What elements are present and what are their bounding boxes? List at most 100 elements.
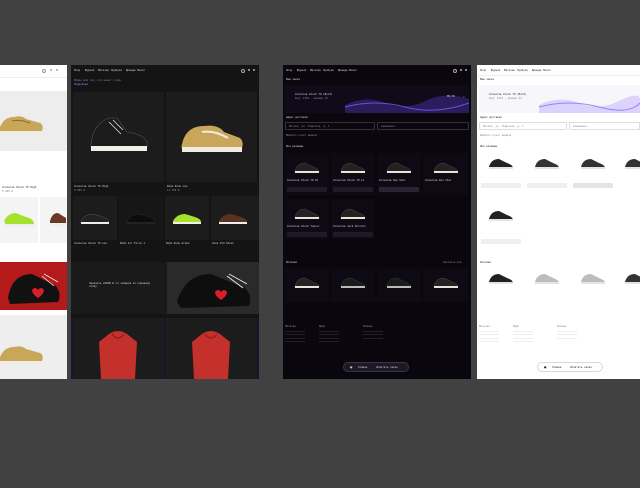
product-card[interactable] xyxy=(571,153,615,195)
product-card[interactable] xyxy=(166,318,257,379)
product-card[interactable] xyxy=(525,268,569,302)
headline-link[interactable]: Подробнее xyxy=(74,83,88,86)
pickup-link[interactable]: Выбрать пункт выдачи xyxy=(286,134,317,137)
product-card[interactable]: Converse Chuck 70 Lo xyxy=(331,153,375,195)
product-card[interactable]: Converse Jack Purcell xyxy=(331,199,375,239)
size-button[interactable] xyxy=(573,183,613,188)
product-card[interactable]: Converse Chuck Taylor xyxy=(285,199,329,239)
chevron-down-icon[interactable]: ▾ xyxy=(463,95,465,99)
cart-icon[interactable] xyxy=(253,69,255,71)
nav-item-lookbooks[interactable]: Лукбуки xyxy=(111,69,122,72)
nav-item-journal[interactable]: Журнал xyxy=(491,69,500,72)
street-select[interactable]: Самовывоз xyxy=(377,122,469,130)
footer-links[interactable] xyxy=(513,331,533,345)
size-button[interactable] xyxy=(481,183,521,188)
promo-banner[interactable] xyxy=(0,262,67,310)
hoodie-section xyxy=(71,318,259,379)
product-card[interactable] xyxy=(0,197,38,243)
order-sub: Код: 1234 · размер 42 xyxy=(489,97,522,100)
cart-icon[interactable] xyxy=(465,69,467,71)
product-card[interactable]: Converse Chuck 70 Hi xyxy=(285,153,329,195)
search-icon[interactable] xyxy=(42,69,46,73)
cart-icon[interactable] xyxy=(56,69,58,71)
sneaker-image xyxy=(535,274,559,284)
product-card[interactable]: Converse Run Star xyxy=(423,153,469,195)
nav-item-store[interactable]: Магазин xyxy=(504,69,515,72)
size-button[interactable] xyxy=(481,239,521,244)
nav-item-shop[interactable]: Shop xyxy=(286,69,292,72)
size-button[interactable] xyxy=(287,232,327,237)
product-card[interactable] xyxy=(479,205,523,253)
pickup-link[interactable]: Выбрать пункт выдачи xyxy=(480,134,511,137)
similar-link[interactable]: Смотреть все xyxy=(443,261,462,264)
product-card[interactable] xyxy=(617,268,640,302)
pay-button[interactable]: Оплатить заказ xyxy=(570,366,592,369)
promo-banner[interactable]: Заказать ≥5000 ₽ со скидкой по кодовому … xyxy=(71,262,259,314)
nav-item-store[interactable]: Магазин xyxy=(98,69,109,72)
product-card[interactable] xyxy=(479,268,523,302)
footer-links[interactable] xyxy=(319,331,339,345)
sneaker-image xyxy=(126,213,156,224)
nav-item-lookbooks[interactable]: Лукбуки xyxy=(323,69,334,72)
product-card[interactable] xyxy=(0,315,67,379)
city-select[interactable]: Москва, ул. Тверская, д. 1 xyxy=(285,122,375,130)
search-icon[interactable] xyxy=(241,69,245,73)
footer-links[interactable] xyxy=(479,331,499,345)
city-select[interactable]: Москва, ул. Тверская, д. 1 xyxy=(479,122,567,130)
nav-item-shop[interactable]: Shop xyxy=(74,69,80,72)
nav-item-journal[interactable]: Журнал xyxy=(85,69,94,72)
product-card[interactable] xyxy=(525,153,569,195)
product-card[interactable]: Converse One Star xyxy=(377,153,421,195)
footer-col-title: Магазин xyxy=(285,325,296,328)
product-card[interactable] xyxy=(73,318,164,379)
product-card[interactable] xyxy=(73,92,164,182)
sneaker-image xyxy=(625,159,640,169)
hoodie-image xyxy=(99,331,137,379)
sneaker-image xyxy=(581,274,605,284)
size-button[interactable] xyxy=(333,187,373,192)
product-card[interactable] xyxy=(571,268,615,302)
nav-item-brands[interactable]: Бренды xyxy=(338,69,347,72)
product-card[interactable] xyxy=(0,91,67,151)
nav-item-search[interactable]: Поиск xyxy=(349,69,357,72)
pay-button[interactable]: Оплатить заказ xyxy=(376,366,398,369)
light-checkout-panel: Shop Журнал Магазин Лукбуки Бренды Поиск… xyxy=(477,65,640,379)
product-card[interactable] xyxy=(479,153,523,195)
promo-text: Заказать ≥5000 ₽ со скидкой по кодовому … xyxy=(89,282,150,288)
product-card[interactable] xyxy=(73,196,117,240)
order-card: Converse Chuck 70 (Bold) Код: 1234 · раз… xyxy=(479,85,640,113)
product-card[interactable] xyxy=(40,197,67,243)
product-card[interactable] xyxy=(166,92,257,182)
nav-item-brands[interactable]: Бренды xyxy=(126,69,135,72)
footer-links[interactable] xyxy=(285,331,305,345)
product-card[interactable] xyxy=(165,196,209,240)
nav-item-brands[interactable]: Бренды xyxy=(532,69,541,72)
size-button[interactable] xyxy=(287,187,327,192)
product-card[interactable] xyxy=(285,268,329,302)
nav-item-store[interactable]: Магазин xyxy=(310,69,321,72)
nav-item-lookbooks[interactable]: Лукбуки xyxy=(517,69,528,72)
size-button[interactable] xyxy=(333,232,373,237)
nav-item-search[interactable]: Поиск xyxy=(137,69,145,72)
street-value: Самовывоз xyxy=(381,125,396,128)
product-card[interactable] xyxy=(211,196,259,240)
nav-item-journal[interactable]: Журнал xyxy=(297,69,306,72)
nav-item-search[interactable]: Поиск xyxy=(543,69,551,72)
size-button[interactable] xyxy=(379,187,419,192)
product-card[interactable] xyxy=(119,196,163,240)
user-icon[interactable] xyxy=(460,69,462,71)
user-icon[interactable] xyxy=(248,69,250,71)
footer-links[interactable] xyxy=(557,331,577,341)
product-card[interactable] xyxy=(423,268,469,302)
product-card[interactable] xyxy=(617,153,640,195)
footer-links[interactable] xyxy=(363,331,383,341)
street-select[interactable]: Самовывоз xyxy=(569,122,640,130)
cancel-button[interactable]: Отмена xyxy=(358,366,367,369)
nav-item-shop[interactable]: Shop xyxy=(480,69,486,72)
size-button[interactable] xyxy=(527,183,567,188)
search-icon[interactable] xyxy=(453,69,457,73)
product-card[interactable] xyxy=(377,268,421,302)
product-card[interactable] xyxy=(331,268,375,302)
cancel-button[interactable]: Отмена xyxy=(552,366,561,369)
user-icon[interactable] xyxy=(50,69,52,71)
